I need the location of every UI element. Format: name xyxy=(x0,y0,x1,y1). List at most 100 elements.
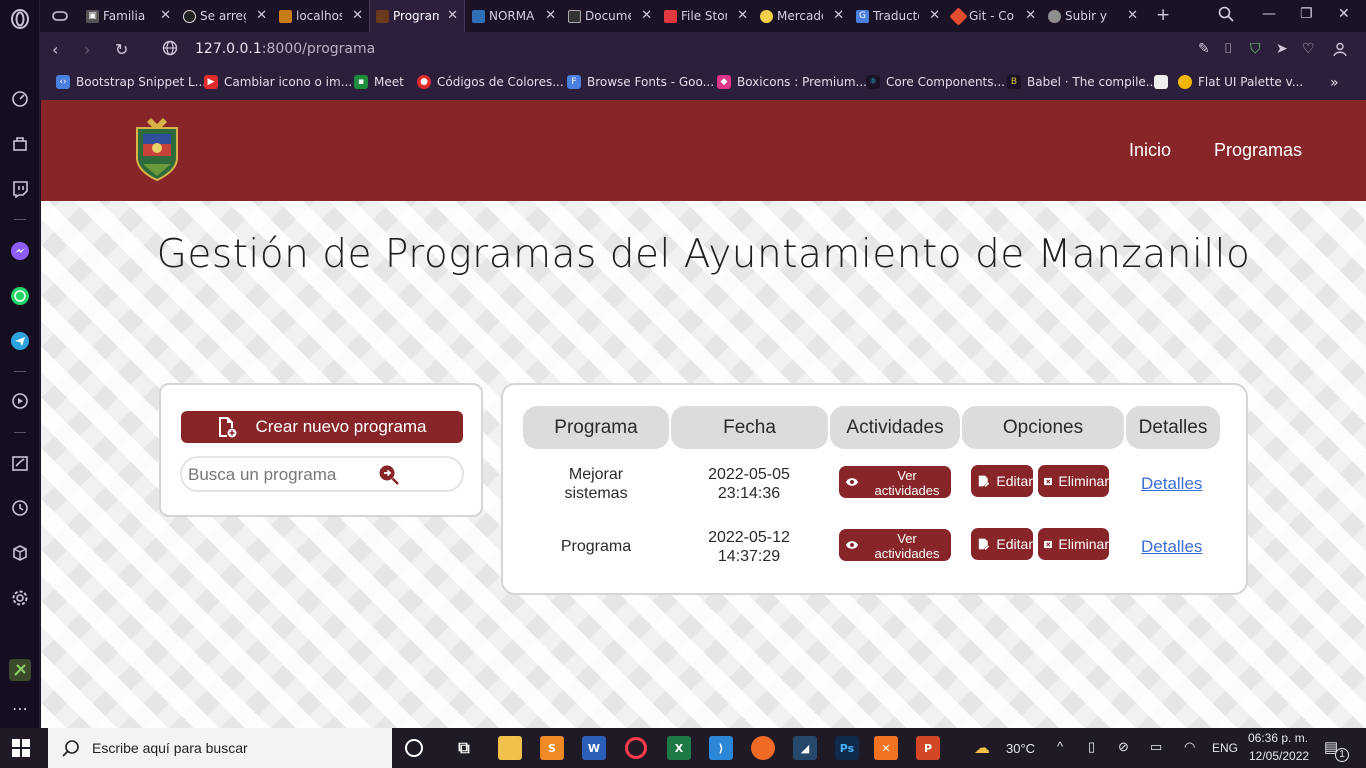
browser-tab[interactable]: Mercado ✕ xyxy=(754,0,850,32)
reload-button[interactable]: ↻ xyxy=(115,40,128,59)
firefox-icon[interactable] xyxy=(751,736,775,760)
settings-gear-icon[interactable] xyxy=(9,587,31,609)
file-explorer-icon[interactable] xyxy=(498,736,522,760)
back-button[interactable]: ‹ xyxy=(52,40,58,59)
create-program-button[interactable]: Crear nuevo programa xyxy=(181,411,463,443)
windows-start-icon[interactable] xyxy=(12,739,30,757)
workspace-icon[interactable] xyxy=(9,659,31,681)
view-activities-button[interactable]: Ver actividades xyxy=(839,466,951,498)
close-tab-icon[interactable]: ✕ xyxy=(447,8,458,23)
close-window-button[interactable]: ✕ xyxy=(1338,6,1350,22)
clock-date[interactable]: 12/05/2022 xyxy=(1249,749,1309,763)
device-icon[interactable]: ▯ xyxy=(1088,739,1095,755)
close-tab-icon[interactable]: ✕ xyxy=(737,8,748,23)
new-tab-button[interactable]: + xyxy=(1156,5,1170,25)
profile-icon[interactable] xyxy=(1332,41,1348,61)
history-icon[interactable] xyxy=(9,497,31,519)
close-tab-icon[interactable]: ✕ xyxy=(1127,8,1138,23)
snapshot-edit-icon[interactable]: ✎ xyxy=(1198,41,1210,57)
more-options-icon[interactable]: ⋯ xyxy=(9,697,31,719)
forward-button[interactable]: › xyxy=(84,40,90,59)
details-link[interactable]: Detalles xyxy=(1141,474,1202,494)
bookmark[interactable]: ‹› Bootstrap Snippet L... xyxy=(56,75,206,89)
browser-tab[interactable]: Git - Co ✕ xyxy=(946,0,1042,32)
xampp-icon[interactable]: ✕ xyxy=(874,736,898,760)
opera-logo-icon[interactable] xyxy=(9,8,31,30)
weather-temperature[interactable]: 30°C xyxy=(1006,741,1035,756)
close-tab-icon[interactable]: ✕ xyxy=(160,8,171,23)
telegram-icon[interactable] xyxy=(9,330,31,352)
nav-inicio-link[interactable]: Inicio xyxy=(1129,140,1171,161)
url-field[interactable]: 127.0.0.1:8000/programa xyxy=(195,41,375,57)
browser-tab[interactable]: NORMA ✕ xyxy=(466,0,562,32)
bookmark[interactable]: ▶ Cambiar icono o im... xyxy=(204,75,352,89)
twitch-icon[interactable] xyxy=(9,178,31,200)
browser-tab[interactable]: Se arreg ✕ xyxy=(177,0,273,32)
close-tab-icon[interactable]: ✕ xyxy=(1025,8,1036,23)
search-submit-icon[interactable] xyxy=(378,464,400,486)
browser-tab-active[interactable]: Program ✕ xyxy=(369,0,465,32)
browser-tab[interactable]: ▣ Familia ✕ xyxy=(80,0,177,32)
close-tab-icon[interactable]: ✕ xyxy=(545,8,556,23)
extensions-icon[interactable] xyxy=(9,542,31,564)
word-icon[interactable]: W xyxy=(582,736,606,760)
favorite-heart-icon[interactable]: ♡ xyxy=(1302,41,1315,57)
bookmark[interactable]: Flat UI Palette v... xyxy=(1178,75,1303,89)
bookmark[interactable]: B Babel · The compile... xyxy=(1007,75,1157,89)
excel-icon[interactable]: X xyxy=(667,736,691,760)
vpn-shield-icon[interactable]: ⛉ xyxy=(1250,41,1261,57)
shopping-icon[interactable] xyxy=(9,133,31,155)
browser-tab[interactable]: G Traducto ✕ xyxy=(850,0,946,32)
browser-tab[interactable]: Docume ✕ xyxy=(562,0,658,32)
browser-tab[interactable]: Subir y ✕ xyxy=(1042,0,1144,32)
sublime-text-icon[interactable]: S xyxy=(540,736,564,760)
site-info-globe-icon[interactable] xyxy=(162,40,178,60)
network-off-icon[interactable]: ⊘ xyxy=(1118,739,1129,755)
browser-tab[interactable]: localhost ✕ xyxy=(273,0,369,32)
task-view-icon[interactable]: ⧉ xyxy=(452,736,476,760)
wifi-icon[interactable]: ◠ xyxy=(1184,739,1195,755)
photoshop-icon[interactable]: Ps xyxy=(835,736,859,760)
restore-button[interactable]: ❐ xyxy=(1300,6,1313,22)
program-search-input[interactable] xyxy=(188,464,368,486)
player-icon[interactable] xyxy=(9,390,31,412)
tab-switcher-icon[interactable] xyxy=(46,0,76,32)
details-link[interactable]: Detalles xyxy=(1141,537,1202,557)
minimize-button[interactable]: — xyxy=(1262,6,1276,22)
tab-search-icon[interactable] xyxy=(1218,6,1234,26)
whatsapp-icon[interactable] xyxy=(9,285,31,307)
cortana-icon[interactable] xyxy=(405,739,423,757)
messenger-icon[interactable] xyxy=(9,240,31,262)
bookmark[interactable]: ▪ Meet xyxy=(354,75,404,89)
language-indicator[interactable]: ENG xyxy=(1212,741,1238,755)
powerpoint-icon[interactable]: P xyxy=(916,736,940,760)
send-icon[interactable]: ➤ xyxy=(1276,41,1288,57)
speed-dial-icon[interactable] xyxy=(9,88,31,110)
close-tab-icon[interactable]: ✕ xyxy=(929,8,940,23)
battery-icon[interactable]: ▭ xyxy=(1150,739,1162,755)
edit-button[interactable]: Editar xyxy=(971,465,1033,497)
opera-taskbar-icon[interactable] xyxy=(625,737,647,759)
close-tab-icon[interactable]: ✕ xyxy=(641,8,652,23)
mysql-workbench-icon[interactable]: ◢ xyxy=(793,736,817,760)
clock-time[interactable]: 06:36 p. m. xyxy=(1248,731,1308,745)
bookmark[interactable]: ● Códigos de Colores... xyxy=(417,75,564,89)
camera-icon[interactable]: ⌷ xyxy=(1224,41,1232,57)
edit-button[interactable]: Editar xyxy=(971,528,1033,560)
vscode-icon[interactable]: ⟩ xyxy=(709,736,733,760)
close-tab-icon[interactable]: ✕ xyxy=(352,8,363,23)
delete-button[interactable]: Eliminar xyxy=(1038,528,1109,560)
close-tab-icon[interactable]: ✕ xyxy=(256,8,267,23)
coat-of-arms-logo[interactable] xyxy=(133,118,181,182)
bookmark[interactable]: ◆ Boxicons : Premium... xyxy=(717,75,867,89)
bookmark[interactable] xyxy=(1154,75,1174,89)
bookmark[interactable]: ⚛ Core Components... xyxy=(866,75,1005,89)
nav-programas-link[interactable]: Programas xyxy=(1214,140,1302,161)
taskbar-search-box[interactable]: Escribe aquí para buscar xyxy=(48,728,392,768)
browser-tab[interactable]: File Stor ✕ xyxy=(658,0,754,32)
more-bookmarks-icon[interactable]: » xyxy=(1330,75,1339,91)
view-activities-button[interactable]: Ver actividades xyxy=(839,529,951,561)
close-tab-icon[interactable]: ✕ xyxy=(833,8,844,23)
weather-icon[interactable]: ☁ xyxy=(974,738,990,758)
pinboard-icon[interactable] xyxy=(9,452,31,474)
